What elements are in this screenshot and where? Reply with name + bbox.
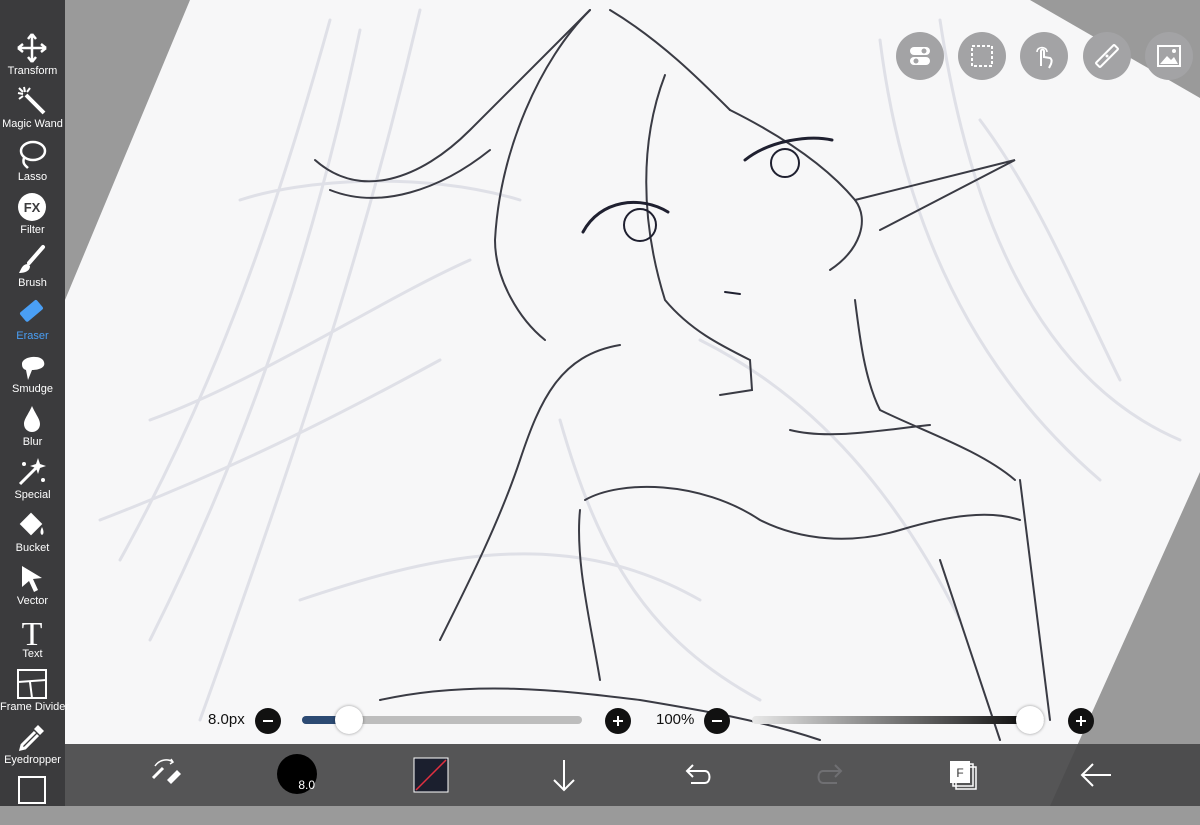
image-icon: [1157, 45, 1181, 67]
tool-label: Smudge: [12, 383, 53, 395]
tool-blur[interactable]: Blur: [0, 401, 65, 454]
swap-brush-eraser-icon: [151, 758, 181, 784]
material-button[interactable]: [1145, 32, 1193, 80]
ruler-icon: [1095, 44, 1119, 68]
tool-canvas[interactable]: [0, 772, 65, 825]
svg-text:F: F: [956, 766, 963, 780]
tool-palette: Transform Magic Wand Lasso FX Filter Bru…: [0, 0, 69, 806]
filter-icon: FX: [18, 193, 46, 221]
brush-size-decrease-button[interactable]: [255, 708, 281, 734]
undo-button[interactable]: [681, 744, 713, 806]
opacity-increase-button[interactable]: [1068, 708, 1094, 734]
brush-size-thumb[interactable]: [334, 706, 363, 734]
selection-icon: [971, 45, 993, 67]
tool-brush[interactable]: Brush: [0, 242, 65, 295]
tool-label: Bucket: [15, 542, 50, 554]
touch-button[interactable]: [1020, 32, 1068, 80]
brush-indicator-value: 8.0: [298, 778, 315, 792]
tool-label: Lasso: [17, 171, 48, 183]
selection-button[interactable]: [958, 32, 1006, 80]
undo-icon: [685, 764, 711, 784]
back-button[interactable]: [1079, 744, 1113, 806]
import-button[interactable]: [549, 744, 579, 806]
opacity-slider[interactable]: [752, 706, 1044, 734]
tool-transform[interactable]: Transform: [0, 30, 65, 83]
tool-label: Text: [22, 648, 43, 660]
tool-lasso[interactable]: Lasso: [0, 136, 65, 189]
drawing-canvas[interactable]: [0, 0, 1200, 806]
touch-icon: [1036, 46, 1053, 69]
tool-eraser[interactable]: Eraser: [0, 295, 65, 348]
tool-label: Blur: [22, 436, 43, 448]
brush-icon: [19, 245, 45, 273]
minus-icon: [712, 720, 722, 722]
swap-tool-button[interactable]: [145, 744, 185, 806]
tool-magic-wand[interactable]: Magic Wand: [0, 83, 65, 136]
layers-icon: F: [950, 761, 977, 790]
brush-preview: 8.0: [277, 754, 317, 794]
tool-label: Vector: [16, 595, 49, 607]
tool-label: Eyedropper: [4, 754, 61, 766]
ruler-button[interactable]: [1083, 32, 1131, 80]
brush-size-slider[interactable]: [302, 706, 582, 734]
plus-icon: [613, 716, 623, 726]
tool-special[interactable]: Special: [0, 454, 65, 507]
redo-icon: [817, 764, 843, 784]
svg-text:T: T: [22, 616, 43, 647]
opacity-value: 100%: [656, 711, 695, 728]
color-swatch-icon: [413, 757, 449, 793]
tool-label: Magic Wand: [2, 118, 63, 130]
tool-label: Transform: [7, 65, 58, 77]
magic-wand-icon: [17, 86, 46, 115]
tool-label: Eraser: [16, 330, 49, 342]
special-icon: [18, 458, 46, 486]
quick-toggle-button[interactable]: [896, 32, 944, 80]
blur-icon: [24, 406, 40, 432]
tool-vector[interactable]: Vector: [0, 560, 65, 613]
plus-icon: [1076, 716, 1086, 726]
color-button[interactable]: [413, 744, 449, 806]
frame-divider-icon: [17, 669, 47, 699]
lasso-icon: [19, 140, 47, 169]
arrow-down-icon: [553, 760, 575, 792]
canvas-paper: [65, 0, 1200, 806]
brush-size-indicator[interactable]: 8.0: [277, 744, 319, 806]
tool-label: Special: [14, 489, 51, 501]
bottom-bar: 8.0 F: [65, 744, 1200, 806]
svg-text:FX: FX: [24, 200, 41, 215]
minus-icon: [263, 720, 273, 722]
transform-icon: [17, 33, 47, 63]
opacity-thumb[interactable]: [1016, 706, 1044, 734]
eraser-icon: [20, 299, 43, 322]
tool-label: Filter: [20, 224, 45, 236]
text-icon: T: [22, 616, 43, 647]
tool-text[interactable]: T Text: [0, 613, 65, 666]
canvas-icon: [18, 776, 46, 804]
vector-icon: [22, 566, 42, 592]
opacity-decrease-button[interactable]: [704, 708, 730, 734]
tool-label: Brush: [18, 277, 47, 289]
arrow-left-icon: [1080, 763, 1111, 787]
redo-button[interactable]: [815, 744, 847, 806]
tool-filter[interactable]: FX Filter: [0, 189, 65, 242]
toggle-icon: [910, 47, 930, 65]
brush-slider-row: 8.0px 100%: [0, 700, 1200, 742]
tool-smudge[interactable]: Smudge: [0, 348, 65, 401]
brush-size-value: 8.0px: [208, 711, 245, 728]
tool-bucket[interactable]: Bucket: [0, 507, 65, 560]
layers-button[interactable]: F: [947, 744, 981, 806]
smudge-icon: [22, 356, 45, 380]
brush-size-increase-button[interactable]: [605, 708, 631, 734]
bucket-icon: [19, 512, 44, 536]
